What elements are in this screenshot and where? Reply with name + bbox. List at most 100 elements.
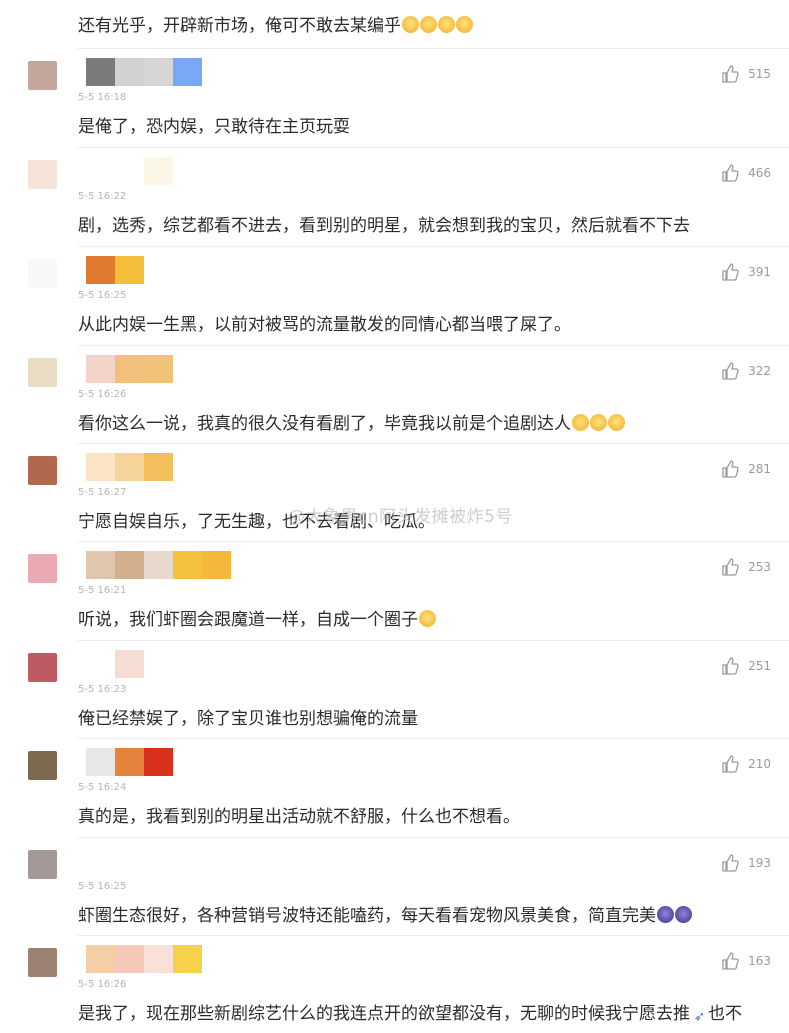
blurred-username-block bbox=[115, 748, 144, 776]
like-button[interactable]: 515 bbox=[720, 64, 771, 84]
thumbs-up-icon bbox=[722, 854, 739, 872]
upside-down-emoji-icon bbox=[456, 16, 473, 33]
blurred-username-block bbox=[144, 157, 173, 185]
timestamp: 5-5 16:27 bbox=[78, 487, 127, 498]
comment-content: 虾圈生态很好，各种营销号波特还能嗑药，每天看看宠物风景美食，简直完美 bbox=[78, 904, 692, 928]
comment-item: 5-5 16:21 253 听说，我们虾圈会跟魔道一样，自成一个圈子 bbox=[0, 541, 789, 639]
avatar[interactable] bbox=[28, 850, 57, 879]
comment-item: 5-5 16:26 322 看你这么一说，我真的很久没有看剧了，毕竟我以前是个追剧达… bbox=[0, 345, 789, 443]
divider bbox=[78, 541, 789, 542]
blurred-username-block bbox=[173, 945, 202, 973]
divider bbox=[78, 640, 789, 641]
username[interactable] bbox=[86, 748, 173, 776]
watermark: @大象男cn阿头发摊被炸5号 bbox=[288, 507, 513, 527]
blurred-username-block bbox=[144, 945, 173, 973]
comment-item: 5-5 16:25 391 从此内娱一生黑，以前对被骂的流量散发的同情心都当喂了屎了… bbox=[0, 246, 789, 344]
avatar[interactable] bbox=[28, 653, 57, 682]
like-count: 281 bbox=[748, 462, 771, 476]
like-button[interactable]: 253 bbox=[720, 557, 771, 577]
comment-text: 真的是，我看到别的明星出活动就不舒服，什么也不想看。 bbox=[78, 807, 520, 827]
comment-text: 从此内娱一生黑，以前对被骂的流量散发的同情心都当喂了屎了。 bbox=[78, 315, 571, 335]
like-button[interactable]: 322 bbox=[720, 361, 771, 381]
comment-content: 看你这么一说，我真的很久没有看剧了，毕竟我以前是个追剧达人 bbox=[78, 412, 625, 436]
thumbs-up-icon bbox=[722, 65, 739, 83]
blurred-username-block bbox=[86, 847, 115, 875]
blurred-username-block bbox=[115, 650, 144, 678]
divider bbox=[78, 246, 789, 247]
blurred-username-block bbox=[86, 157, 115, 185]
thumbs-up-icon bbox=[722, 558, 739, 576]
comment-item: 5-5 16:22 466 剧，选秀，综艺都看不进去，看到别的明星，就会想到我的宝贝… bbox=[0, 147, 789, 245]
blurred-username-block bbox=[86, 945, 115, 973]
divider bbox=[78, 935, 789, 936]
blurred-username-block bbox=[144, 355, 173, 383]
like-button[interactable]: 251 bbox=[720, 656, 771, 676]
avatar[interactable] bbox=[28, 358, 57, 387]
blurred-username-block bbox=[144, 748, 173, 776]
timestamp: 5-5 16:26 bbox=[78, 979, 127, 990]
like-button[interactable]: 466 bbox=[720, 163, 771, 183]
avatar[interactable] bbox=[28, 160, 57, 189]
divider bbox=[78, 443, 789, 444]
divider bbox=[78, 345, 789, 346]
like-count: 251 bbox=[748, 659, 771, 673]
username[interactable] bbox=[86, 650, 144, 678]
timestamp: 5-5 16:25 bbox=[78, 290, 127, 301]
blurred-username-block bbox=[86, 748, 115, 776]
upside-down-emoji-icon bbox=[420, 16, 437, 33]
thumbs-up-icon bbox=[722, 460, 739, 478]
blurred-username-block bbox=[173, 551, 202, 579]
timestamp: 5-5 16:26 bbox=[78, 389, 127, 400]
avatar[interactable] bbox=[28, 259, 57, 288]
blurred-username-block bbox=[144, 551, 173, 579]
panda-emoji-icon bbox=[675, 906, 692, 923]
comment-content: 听说，我们虾圈会跟魔道一样，自成一个圈子 bbox=[78, 608, 436, 632]
like-button[interactable]: 193 bbox=[720, 853, 771, 873]
like-button[interactable]: 391 bbox=[720, 262, 771, 282]
comment-content: 俺已经禁娱了，除了宝贝谁也别想骗俺的流量 bbox=[78, 707, 418, 731]
thumbs-up-icon bbox=[722, 657, 739, 675]
blurred-username-block bbox=[86, 650, 115, 678]
avatar[interactable] bbox=[28, 751, 57, 780]
avatar[interactable] bbox=[28, 554, 57, 583]
username[interactable] bbox=[86, 157, 173, 185]
blurred-username-block bbox=[86, 58, 115, 86]
username[interactable] bbox=[86, 58, 202, 86]
username[interactable] bbox=[86, 551, 231, 579]
like-button[interactable]: 210 bbox=[720, 754, 771, 774]
username[interactable] bbox=[86, 945, 202, 973]
like-count: 322 bbox=[748, 364, 771, 378]
username[interactable] bbox=[86, 847, 144, 875]
rocket-emoji-icon: ➶ bbox=[691, 1009, 708, 1026]
thumbs-up-icon bbox=[722, 164, 739, 182]
divider bbox=[78, 48, 789, 49]
comment-item: 5-5 16:25 193 虾圈生态很好，各种营销号波特还能嗑药，每天看看宠物风景美… bbox=[0, 837, 789, 935]
blurred-username-block bbox=[202, 551, 231, 579]
blurred-username-block bbox=[86, 551, 115, 579]
divider bbox=[78, 837, 789, 838]
timestamp: 5-5 16:21 bbox=[78, 585, 127, 596]
timestamp: 5-5 16:23 bbox=[78, 684, 127, 695]
username[interactable] bbox=[86, 355, 173, 383]
laughing-emoji-icon bbox=[572, 414, 589, 431]
like-button[interactable]: 281 bbox=[720, 459, 771, 479]
blurred-username-block bbox=[86, 256, 115, 284]
comment-content: 剧，选秀，综艺都看不进去，看到别的明星，就会想到我的宝贝，然后就看不下去 bbox=[78, 214, 690, 238]
blurred-username-block bbox=[115, 256, 144, 284]
blurred-username-block bbox=[115, 847, 144, 875]
username[interactable] bbox=[86, 453, 173, 481]
blurred-username-block bbox=[115, 453, 144, 481]
upside-down-emoji-icon bbox=[402, 16, 419, 33]
comment-item: 5-5 16:24 210 真的是，我看到别的明星出活动就不舒服，什么也不想看。 bbox=[0, 738, 789, 836]
blurred-username-block bbox=[115, 551, 144, 579]
username[interactable] bbox=[86, 256, 144, 284]
comment-text-tail: 也不 bbox=[708, 1004, 742, 1024]
avatar[interactable] bbox=[28, 61, 57, 90]
avatar[interactable] bbox=[28, 948, 57, 977]
blurred-username-block bbox=[86, 355, 115, 383]
like-count: 515 bbox=[748, 67, 771, 81]
avatar[interactable] bbox=[28, 456, 57, 485]
like-button[interactable]: 163 bbox=[720, 951, 771, 971]
like-count: 163 bbox=[748, 954, 771, 968]
like-count: 391 bbox=[748, 265, 771, 279]
